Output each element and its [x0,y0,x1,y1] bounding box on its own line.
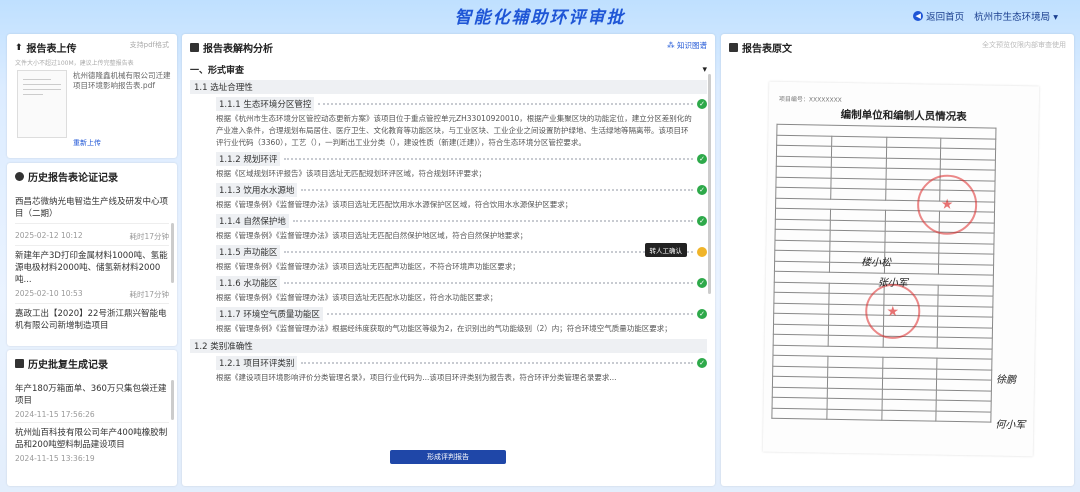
check-item[interactable]: 1.2.1 项目环评类别 ✓ [190,356,707,370]
header-actions: ◀ 返回首页 杭州市生态环境局 ▾ [913,9,1058,23]
document-page[interactable]: 项目编号：XXXXXXXX 编制单位和编制人员情况表 ★ ★ 楼小松 张小军 徐… [762,81,1040,457]
section-form-review[interactable]: 一、形式审查 ▾ [190,63,707,77]
manual-confirm-tag[interactable]: 转人工确认 [644,243,687,257]
clock-icon [15,172,24,181]
signature: 楼小松 [861,257,892,269]
check-icon: ✓ [697,99,707,109]
reupload-button[interactable]: 重新上传 [73,138,101,148]
knowledge-graph-link[interactable]: ⁂ 知识图谱 [667,40,707,51]
check-icon: ✓ [697,216,707,226]
org-selector[interactable]: 杭州市生态环境局 ▾ [974,9,1058,23]
list-item[interactable]: 西昌芯微纳光电智造生产线及研发中心项目（二期） [15,192,169,224]
generate-report-button[interactable]: 形成评判报告 [390,450,506,464]
check-item[interactable]: 1.1.1 生态环境分区管控 ✓ [190,97,707,111]
upload-panel: ⬆ 报告表上传 支持pdf格式 文件大小不超过100M，建议上传完整报告表 杭州… [7,34,177,158]
file-thumbnail[interactable] [17,70,67,138]
signature: 何小军 [995,419,1026,432]
list-item[interactable]: 年产180万箱面单、360万只集包袋迁建项目 2024-11-15 17:56:… [15,379,169,423]
check-icon: ✓ [697,278,707,288]
grid-icon [190,43,199,52]
check-item-text: 根据《管理条例》《监督管理办法》该项目选址无匹配声功能区，不符合环境声功能区要求… [216,262,520,271]
warning-icon [697,247,707,257]
check-item[interactable]: 1.1.3 饮用水水源地 ✓ [190,183,707,197]
check-item-text: 根据《管理条例》《监督管理办法》该项目选址无匹配自然保护地区域，符合自然保护地要… [216,231,528,240]
check-item-text: 根据《管理条例》《监督管理办法》该项目选址无匹配饮用水水源保护区区域，符合饮用水… [216,200,573,209]
signature: 张小军 [877,277,908,290]
list-item[interactable]: 2025-02-12 10:12 耗时17分钟 [15,224,169,246]
document-title: 编制单位和编制人员情况表 [840,108,967,124]
check-item-text: 根据《杭州市生态环境分区管控动态更新方案》该项目位于重点管控单元ZH330109… [216,114,692,147]
check-icon: ✓ [697,358,707,368]
history-eval-scrollbar[interactable] [171,223,174,283]
project-number: 项目编号：XXXXXXXX [778,95,842,104]
history-eval-panel: 历史报告表论证记录 西昌芯微纳光电智造生产线及研发中心项目（二期） 2025-0… [7,163,177,346]
check-icon: ✓ [697,185,707,195]
signature: 徐鹏 [995,374,1017,387]
check-item-warning[interactable]: 1.1.5 声功能区 转人工确认 [190,243,707,259]
analysis-panel: 报告表解构分析 ⁂ 知识图谱 一、形式审查 ▾ 1.1 选址合理性 1.1.1 … [182,34,715,486]
history-approval-scrollbar[interactable] [171,380,174,420]
back-home-label: 返回首页 [926,12,965,23]
document-icon [15,359,24,368]
check-icon: ✓ [697,154,707,164]
analysis-scrollbar[interactable] [708,74,711,294]
back-arrow-icon: ◀ [913,11,924,21]
list-item[interactable]: 新建年产3D打印金属材料1000吨、氢能源电极材料2000吨、储氢新材料2000… [15,246,169,304]
check-item-text: 根据《管理条例》《监督管理办法》该项目选址无匹配水功能区，符合水功能区要求； [216,293,498,302]
back-home-link[interactable]: ◀ 返回首页 [913,9,964,23]
check-item[interactable]: 1.1.4 自然保护地 ✓ [190,214,707,228]
analysis-title: 报告表解构分析 [190,40,707,55]
chevron-down-icon: ▾ [702,64,707,75]
check-item[interactable]: 1.1.7 环境空气质量功能区 ✓ [190,307,707,321]
check-icon: ✓ [697,309,707,319]
group-site-rationality[interactable]: 1.1 选址合理性 [190,80,707,94]
graph-icon: ⁂ [667,41,675,50]
chevron-down-icon: ▾ [1053,12,1058,23]
uploaded-file-name: 杭州德隆鑫机械有限公司迁建项目环境影响报告表.pdf [73,71,171,90]
document-icon [729,43,738,52]
history-eval-title: 历史报告表论证记录 [15,169,169,184]
history-approval-panel: 历史批复生成记录 年产180万箱面单、360万只集包袋迁建项目 2024-11-… [7,350,177,486]
check-item[interactable]: 1.1.6 水功能区 ✓ [190,276,707,290]
list-item[interactable]: 杭州灿百科技有限公司年产400吨橡胶制品和200吨塑料制品建设项目 2024-1… [15,423,169,466]
org-name: 杭州市生态环境局 [974,12,1051,23]
group-category-accuracy[interactable]: 1.2 类别准确性 [190,339,707,353]
check-item-text: 根据《管理条例》《监督管理办法》根据经纬度获取的气功能区等级为2，在识别出的气功… [216,324,672,333]
check-item[interactable]: 1.1.2 规划环评 ✓ [190,152,707,166]
original-doc-panel: 报告表原文 全文预览仅限内部审查使用 项目编号：XXXXXXXX 编制单位和编制… [721,34,1074,486]
upload-size-hint: 文件大小不超过100M，建议上传完整报告表 [15,60,134,67]
original-hint: 全文预览仅限内部审查使用 [982,41,1066,49]
check-item-text: 根据《区域规划环评报告》该项目选址无匹配规划环评区域，符合规划环评要求； [216,169,486,178]
upload-format-hint: 支持pdf格式 [129,41,169,49]
list-item[interactable]: 嘉政工出【2020】22号浙江鼎兴智能电机有限公司新增制造项目 [15,304,169,335]
history-approval-title: 历史批复生成记录 [15,356,169,371]
upload-icon: ⬆ [15,42,23,53]
app-header: 智能化辅助环评审批 ◀ 返回首页 杭州市生态环境局 ▾ [0,0,1080,30]
check-item-text: 根据《建设项目环境影响评价分类管理名录》，项目行业代码为...该项目环评类别为报… [216,373,617,382]
